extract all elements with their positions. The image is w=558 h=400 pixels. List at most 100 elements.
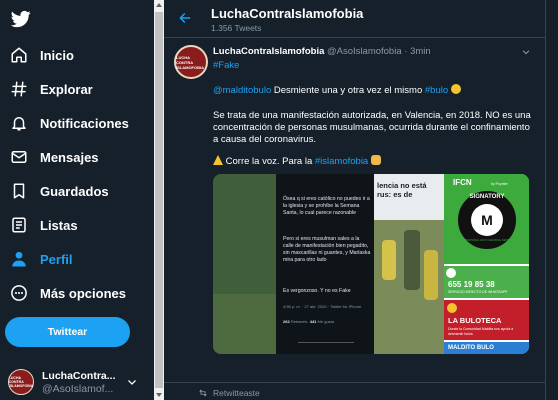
nav-item-explorar[interactable]: Explorar bbox=[10, 76, 93, 102]
hashtag-link[interactable]: #bulo bbox=[425, 85, 448, 96]
next-panel: MALDITO BULO bbox=[444, 342, 529, 354]
screenshot-like-count: 441 bbox=[309, 319, 317, 324]
mention-link[interactable]: @malditobulo bbox=[213, 85, 271, 96]
retweet-label: Retwitteaste bbox=[213, 388, 260, 398]
nav-item-guardados[interactable]: Guardados bbox=[10, 178, 109, 204]
nav-label: Más opciones bbox=[40, 285, 126, 301]
account-handle: @AsoIslamof... bbox=[42, 382, 114, 395]
nav-item-mas-opciones[interactable]: Más opciones bbox=[10, 280, 126, 306]
scrollbar-thumb[interactable] bbox=[155, 12, 163, 388]
page-title: LuchaContraIslamofobia bbox=[211, 6, 364, 21]
screenshot-text: Es vergonzoso. Y no es Fake bbox=[283, 288, 351, 294]
media-ifcn-panel: IFCN by Poynter SIGNATORY M INTERNATIONA… bbox=[444, 174, 529, 354]
raised-hand-emoji-icon bbox=[370, 155, 381, 165]
chevron-down-icon bbox=[128, 380, 136, 385]
scroll-down-icon[interactable] bbox=[154, 390, 164, 400]
list-icon bbox=[10, 216, 28, 234]
tweet-button[interactable]: Twittear bbox=[5, 317, 130, 347]
lightbulb-icon bbox=[447, 303, 457, 313]
tweet-author-handle[interactable]: @AsoIslamofobia bbox=[327, 46, 402, 57]
retweet-context: Retwitteaste bbox=[164, 382, 545, 400]
scrollbar[interactable] bbox=[154, 0, 164, 400]
nav-item-mensajes[interactable]: Mensajes bbox=[10, 144, 99, 170]
tweet-header: LuchaContraIslamofobia @AsoIslamofobia ·… bbox=[213, 46, 431, 57]
retweet-icon bbox=[199, 389, 207, 397]
nav-label: Guardados bbox=[40, 183, 109, 199]
tweet-text: concentración de personas musulmanas, oc… bbox=[213, 122, 530, 133]
person-icon bbox=[10, 250, 28, 268]
warning-emoji-icon bbox=[213, 155, 223, 165]
screenshot-like-label: Me gusta bbox=[317, 319, 334, 324]
nav-label: Explorar bbox=[40, 81, 93, 97]
home-icon bbox=[10, 46, 28, 64]
screenshot-text: Ósea q si eres católico no puedes ir a l… bbox=[283, 196, 370, 216]
screenshot-rt-label: Retweets bbox=[290, 319, 308, 324]
tweet-line-last: Corre la voz. Para la #islamofobia bbox=[213, 155, 381, 168]
screenshot-text: Pero si eres musulman sales a la calle d… bbox=[283, 236, 371, 263]
badge-letter: M bbox=[481, 212, 493, 228]
account-name: LuchaContra... bbox=[42, 369, 116, 382]
news-photo bbox=[374, 220, 444, 354]
separator-dot: · bbox=[404, 46, 408, 57]
tweet-count: 1.356 Tweets bbox=[211, 23, 262, 33]
nav-item-listas[interactable]: Listas bbox=[10, 212, 78, 238]
badge-top-text: SIGNATORY bbox=[469, 194, 505, 200]
tweet-text: Corre la voz. Para la bbox=[225, 156, 315, 167]
badge-bottom-text: INTERNATIONAL FACT-CHECKING NETWORK bbox=[458, 239, 516, 242]
more-circle-icon bbox=[10, 284, 28, 302]
avatar-logo-text: LUCHA CONTRA ISLAMOFOBIA bbox=[8, 376, 34, 388]
tweet-line-1: @malditobulo Desmiente una y otra vez el… bbox=[213, 84, 461, 97]
nav-label: Notificaciones bbox=[40, 115, 129, 131]
nav-label: Listas bbox=[40, 217, 78, 233]
tweet[interactable]: LUCHA CONTRA ISLAMOFOBIA LuchaContraIsla… bbox=[164, 38, 545, 400]
buloteca-sub: Donde la Comunidad Maldita nos ayuda a d… bbox=[448, 327, 514, 336]
avatar: LUCHA CONTRA ISLAMOFOBIA bbox=[8, 369, 34, 395]
scroll-up-icon[interactable] bbox=[154, 0, 164, 10]
avatar-logo-text: LUCHA CONTRA ISLAMOFOBIA bbox=[176, 54, 204, 70]
twitter-bird-icon[interactable] bbox=[10, 9, 32, 29]
main-column: LuchaContraIslamofobia 1.356 Tweets LUCH… bbox=[164, 0, 546, 400]
tweet-avatar[interactable]: LUCHA CONTRA ISLAMOFOBIA bbox=[174, 45, 208, 79]
nav-item-perfil[interactable]: Perfil bbox=[10, 246, 73, 272]
account-switcher[interactable]: LUCHA CONTRA ISLAMOFOBIA LuchaContra... … bbox=[8, 367, 148, 397]
tweet-text: Se trata de una manifestación autorizada… bbox=[213, 110, 531, 121]
media-panel-green bbox=[213, 174, 276, 354]
hashtag-icon bbox=[10, 80, 28, 98]
hashtag-link[interactable]: #Fake bbox=[213, 60, 239, 71]
tweet-text: Desmiente una y otra vez el mismo bbox=[271, 85, 425, 96]
nav-label: Inicio bbox=[40, 47, 74, 63]
whatsapp-icon bbox=[446, 268, 456, 278]
signatory-badge: SIGNATORY M INTERNATIONAL FACT-CHECKING … bbox=[456, 189, 518, 251]
screenshot-actions-divider bbox=[298, 342, 354, 343]
thinking-face-emoji-icon bbox=[450, 84, 461, 94]
screenshot-stats: 262 Retweets 441 Me gusta bbox=[283, 319, 334, 324]
nav-item-inicio[interactable]: Inicio bbox=[10, 42, 74, 68]
tweet-menu-caret-icon[interactable] bbox=[521, 47, 531, 57]
buloteca-title: LA BULOTECA bbox=[448, 316, 502, 325]
buloteca-panel: LA BULOTECA Donde la Comunidad Maldita n… bbox=[444, 300, 529, 340]
media-embedded-tweet-screenshot: Ósea q si eres católico no puedes ir a l… bbox=[276, 174, 374, 354]
back-arrow-icon[interactable] bbox=[178, 11, 192, 25]
profile-header: LuchaContraIslamofobia 1.356 Tweets bbox=[164, 0, 545, 38]
ifcn-by: by Poynter bbox=[491, 182, 508, 186]
whatsapp-number: 655 19 85 38 bbox=[448, 280, 495, 289]
whatsapp-panel: 655 19 85 38 SERVICIO DIRECTO DE WHATSAP… bbox=[444, 266, 529, 298]
tweet-media-image[interactable]: Ósea q si eres católico no puedes ir a l… bbox=[213, 174, 529, 354]
envelope-icon bbox=[10, 148, 28, 166]
whatsapp-sub: SERVICIO DIRECTO DE WHATSAPP bbox=[448, 290, 508, 294]
tweet-author-name[interactable]: LuchaContraIslamofobia bbox=[213, 46, 324, 57]
media-news-screenshot: lencia no está rus: es de bbox=[374, 174, 444, 354]
bell-icon bbox=[10, 114, 28, 132]
left-sidebar: Inicio Explorar Notificaciones Mensajes … bbox=[0, 0, 154, 400]
tweet-text: a causa del coronavirus. bbox=[213, 134, 316, 145]
news-headline: lencia no está rus: es de bbox=[377, 181, 427, 199]
ifcn-title: IFCN bbox=[453, 178, 472, 187]
screenshot-meta: 4:56 p. m. · 27 abr. 2020 · Twitter for … bbox=[283, 304, 362, 309]
tweet-time[interactable]: 3min bbox=[410, 46, 431, 57]
hashtag-link[interactable]: #islamofobia bbox=[315, 156, 368, 167]
nav-label: Mensajes bbox=[40, 149, 99, 165]
bookmark-icon bbox=[10, 182, 28, 200]
nav-label: Perfil bbox=[40, 251, 73, 267]
screenshot-rt-count: 262 bbox=[283, 319, 290, 324]
nav-item-notificaciones[interactable]: Notificaciones bbox=[10, 110, 129, 136]
